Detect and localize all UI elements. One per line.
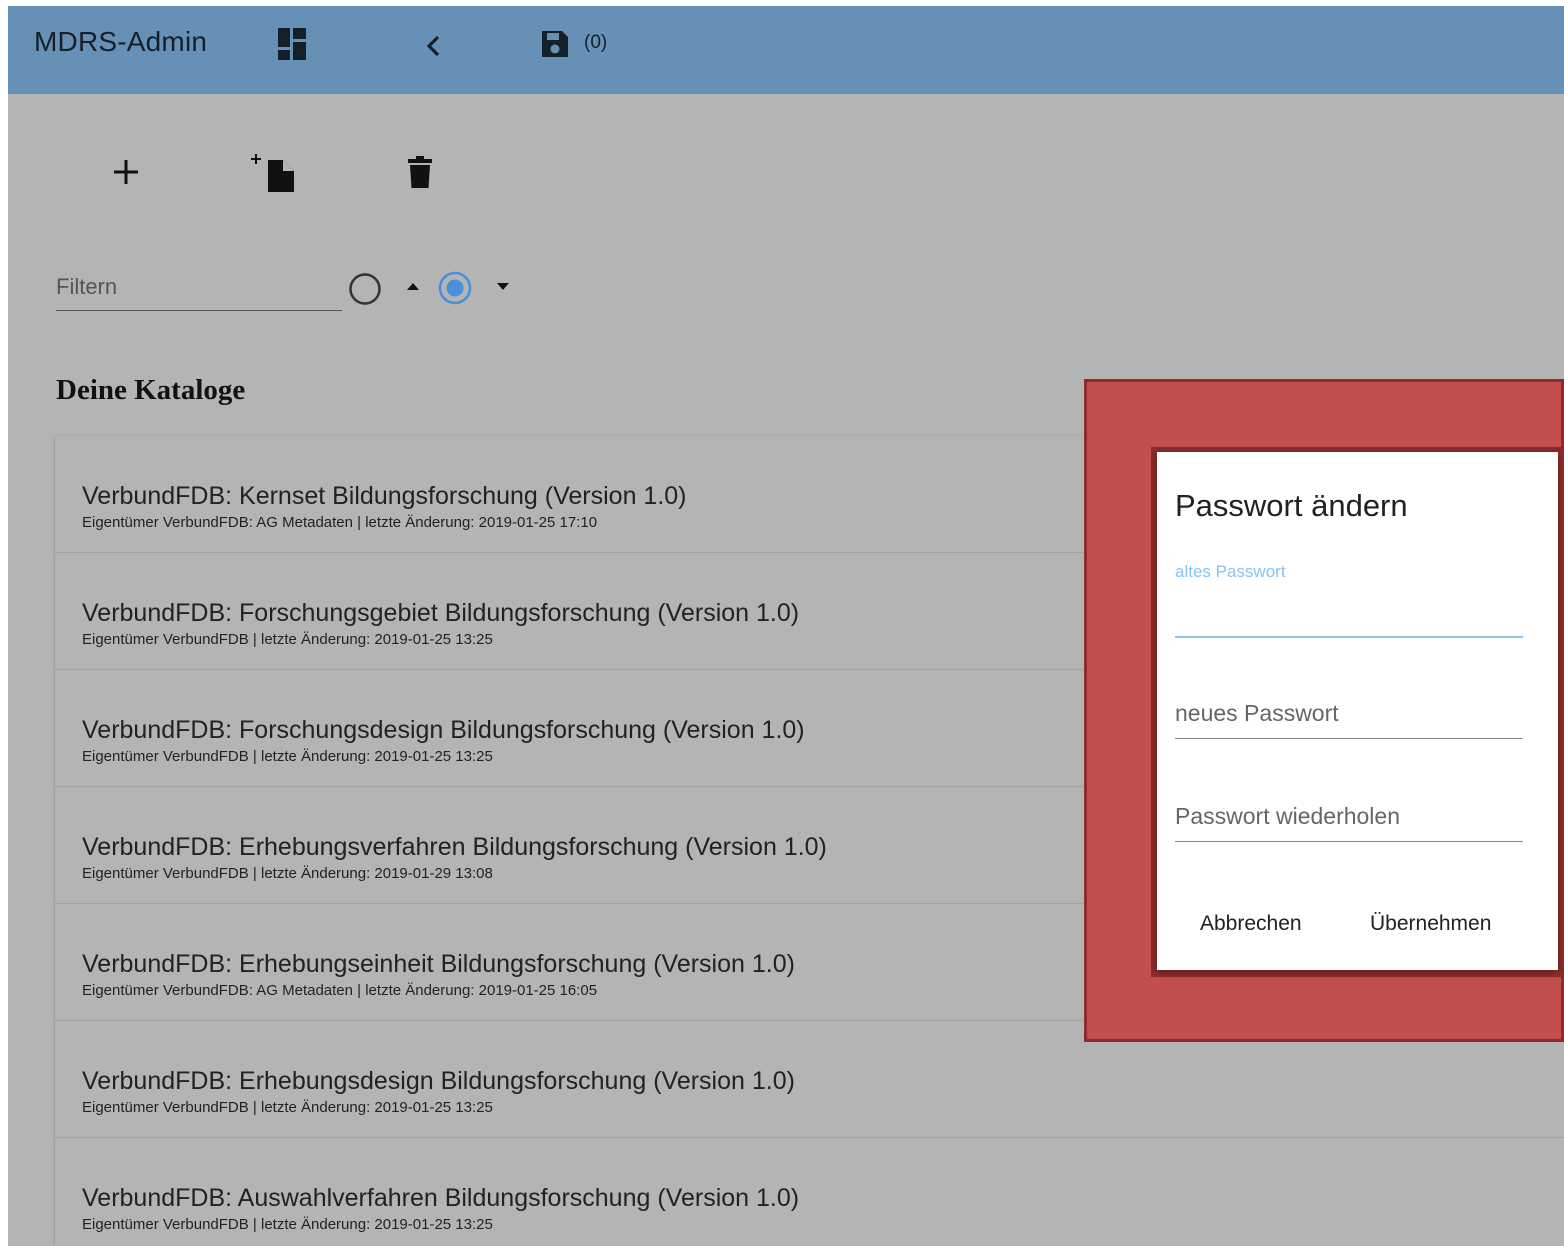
catalog-title: VerbundFDB: Forschungsgebiet Bildungsfor… [82,599,800,627]
app-frame: MDRS-Admin (0) Filtern Deine Kataloge Ve… [8,6,1564,1246]
sort-descending-icon [497,283,509,290]
save-icon[interactable] [540,29,570,59]
new-password-field[interactable]: neues Passwort [1175,690,1523,739]
catalog-title: VerbundFDB: Forschungsdesign Bildungsfor… [82,716,805,744]
chevron-left-icon[interactable] [424,34,444,58]
catalog-title: VerbundFDB: Erhebungsverfahren Bildungsf… [82,833,827,861]
section-title: Deine Kataloge [56,374,246,406]
new-document-icon[interactable] [250,152,296,192]
filter-placeholder: Filtern [56,274,118,299]
trash-icon[interactable] [408,156,432,188]
sort-descending-radio[interactable] [437,270,473,306]
catalog-subtitle: Eigentümer VerbundFDB | letzte Änderung:… [82,631,493,648]
dashboard-icon[interactable] [278,28,306,60]
catalog-subtitle: Eigentümer VerbundFDB | letzte Änderung:… [82,748,493,765]
catalog-title: VerbundFDB: Erhebungsdesign Bildungsfors… [82,1067,795,1095]
sort-ascending-icon [407,283,419,290]
catalog-title: VerbundFDB: Auswahlverfahren Bildungsfor… [82,1184,800,1212]
filter-input[interactable]: Filtern [56,268,342,311]
sort-ascending-radio[interactable] [348,272,382,306]
catalog-subtitle: Eigentümer VerbundFDB | letzte Änderung:… [82,865,493,882]
catalog-subtitle: Eigentümer VerbundFDB | letzte Änderung:… [82,1216,493,1233]
catalog-subtitle: Eigentümer VerbundFDB | letzte Änderung:… [82,1099,493,1116]
catalog-item[interactable]: VerbundFDB: Auswahlverfahren Bildungsfor… [55,1138,1564,1246]
repeat-password-field[interactable]: Passwort wiederholen [1175,793,1523,842]
app-title: MDRS-Admin [34,26,208,57]
catalog-subtitle: Eigentümer VerbundFDB: AG Metadaten | le… [82,514,598,531]
change-password-dialog: Passwort ändern altes Passwort neues Pas… [1157,452,1558,970]
cancel-button[interactable]: Abbrechen [1200,912,1302,936]
top-app-bar: MDRS-Admin (0) [8,6,1564,94]
apply-button[interactable]: Übernehmen [1370,912,1491,936]
old-password-label: altes Passwort [1175,562,1286,581]
dialog-title: Passwort ändern [1175,488,1408,523]
catalog-title: VerbundFDB: Kernset Bildungsforschung (V… [82,482,687,510]
new-password-placeholder: neues Passwort [1175,700,1339,726]
catalog-subtitle: Eigentümer VerbundFDB: AG Metadaten | le… [82,982,598,999]
old-password-field[interactable]: altes Passwort [1175,562,1523,638]
repeat-password-placeholder: Passwort wiederholen [1175,803,1401,829]
unsaved-count: (0) [584,32,608,53]
plus-icon[interactable] [112,158,140,186]
catalog-title: VerbundFDB: Erhebungseinheit Bildungsfor… [82,950,795,978]
